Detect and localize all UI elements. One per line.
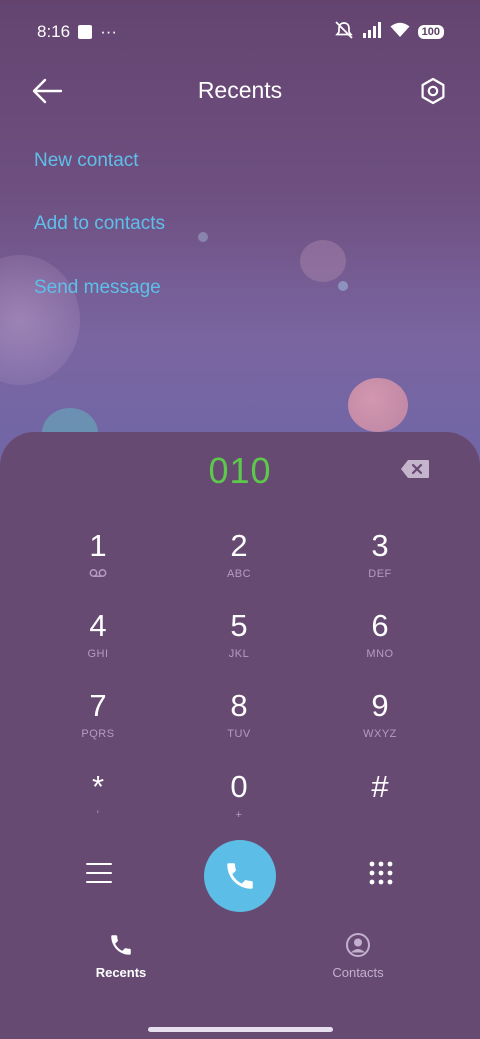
home-indicator[interactable]	[148, 1027, 333, 1032]
wallpaper-bubble	[0, 255, 80, 385]
person-icon	[346, 933, 370, 957]
nav-recents-label: Recents	[95, 965, 147, 980]
wallpaper-bubble	[348, 378, 408, 432]
status-time: 8:16	[37, 22, 71, 41]
key-digit: *	[91, 769, 105, 804]
key-letters: PQRS	[81, 728, 115, 740]
phone-icon	[111, 935, 131, 955]
voicemail-icon	[43, 568, 153, 581]
phone-icon	[227, 863, 253, 889]
key-1[interactable]: 1	[43, 528, 153, 598]
settings-button[interactable]	[418, 76, 448, 106]
wallpaper-bubble	[338, 281, 348, 291]
key-letters: TUV	[227, 728, 251, 740]
key-letters: ABC	[226, 568, 252, 580]
key-hash[interactable]: #	[325, 769, 435, 839]
key-digit: 7	[89, 688, 107, 723]
page-title: Recents	[197, 77, 283, 103]
key-digit: 6	[371, 608, 389, 643]
wallpaper-bubble	[198, 232, 208, 242]
new-contact-link[interactable]: New contact	[34, 150, 139, 172]
key-digit: 3	[371, 528, 389, 563]
key-star[interactable]: * '	[43, 769, 153, 839]
key-digit: 5	[230, 608, 248, 643]
key-3[interactable]: 3 DEF	[325, 528, 435, 598]
key-letters: GHI	[87, 648, 109, 660]
status-bar: 8:16 ··· 100	[0, 0, 480, 64]
key-letters: JKL	[228, 648, 250, 660]
key-9[interactable]: 9 WXYZ	[325, 688, 435, 758]
notification-icon	[78, 25, 93, 39]
key-digit: 9	[371, 688, 389, 723]
key-5[interactable]: 5 JKL	[184, 608, 294, 678]
key-digit: 1	[89, 528, 107, 563]
backspace-icon	[401, 460, 429, 478]
dialpad-toggle-button[interactable]	[366, 858, 396, 888]
battery-indicator: 100	[417, 25, 444, 39]
key-7[interactable]: 7 PQRS	[43, 688, 153, 758]
menu-button[interactable]	[84, 860, 114, 886]
dialpad-panel: 010 1 2 ABC 3 DEF 4 GHI 5 JKL 6 MNO 7 PQ…	[0, 432, 480, 1039]
menu-icon	[86, 863, 112, 883]
key-digit: 4	[89, 608, 107, 643]
signal-icon	[362, 21, 382, 43]
nav-recents[interactable]: Recents	[61, 932, 181, 980]
key-digit: #	[371, 769, 389, 804]
key-0[interactable]: 0 +	[184, 769, 294, 839]
key-2[interactable]: 2 ABC	[184, 528, 294, 598]
key-digit: 8	[230, 688, 248, 723]
key-6[interactable]: 6 MNO	[325, 608, 435, 678]
dialpad-grid-icon	[369, 861, 393, 885]
add-to-contacts-link[interactable]: Add to contacts	[34, 213, 165, 235]
key-digit: 2	[230, 528, 248, 563]
key-letters: '	[96, 809, 100, 821]
key-digit: 0	[230, 769, 248, 804]
backspace-button[interactable]	[400, 459, 430, 479]
more-notifications-icon: ···	[100, 22, 118, 41]
key-letters: +	[235, 809, 243, 821]
key-8[interactable]: 8 TUV	[184, 688, 294, 758]
key-letters: DEF	[368, 568, 392, 580]
key-letters: WXYZ	[363, 728, 397, 740]
call-button[interactable]	[204, 840, 276, 912]
nav-contacts[interactable]: Contacts	[298, 932, 418, 980]
key-4[interactable]: 4 GHI	[43, 608, 153, 678]
app-header: Recents	[0, 60, 480, 120]
settings-icon	[421, 77, 445, 105]
mute-icon	[334, 20, 354, 44]
nav-contacts-label: Contacts	[332, 965, 384, 980]
wifi-icon	[390, 22, 410, 43]
send-message-link[interactable]: Send message	[34, 277, 161, 299]
wallpaper-bubble	[300, 240, 346, 282]
key-letters: MNO	[366, 648, 394, 660]
